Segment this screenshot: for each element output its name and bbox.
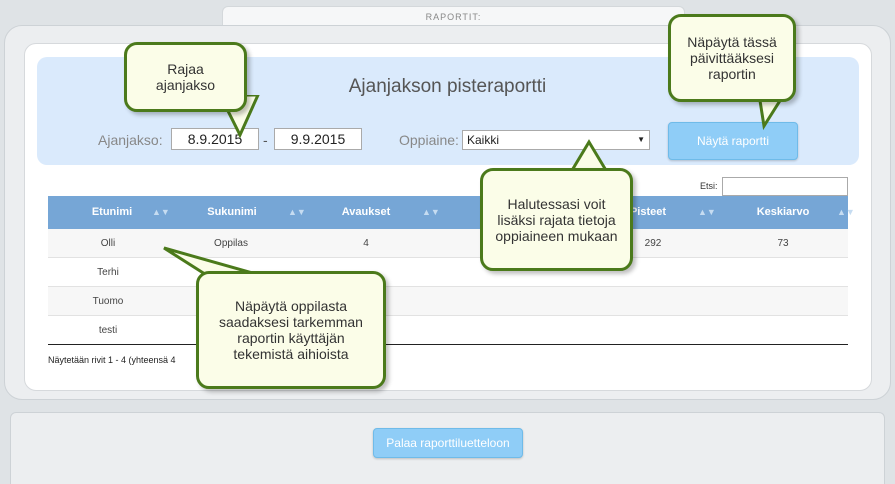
- callout-date-range-text: Rajaa ajanjakso: [155, 61, 216, 93]
- top-tab: RAPORTIT:: [222, 6, 685, 26]
- callout-student-text: Näpäytä oppilasta saadaksesi tarkemman r…: [219, 298, 363, 362]
- sort-icon[interactable]: ▲▼: [288, 196, 306, 229]
- cell-first-name[interactable]: Tuomo: [48, 287, 168, 316]
- table-header: Etunimi ▲▼ Sukunimi ▲▼ Avaukset ▲▼ Piste…: [48, 196, 855, 229]
- sort-icon[interactable]: ▲▼: [422, 196, 440, 229]
- period-label: Ajanjakso:: [98, 132, 163, 148]
- column-header-avaukset[interactable]: Avaukset: [306, 196, 426, 229]
- column-header-sukunimi[interactable]: Sukunimi: [176, 196, 288, 229]
- sort-icon[interactable]: ▲▼: [698, 196, 716, 229]
- sort-icon[interactable]: ▲▼: [837, 196, 855, 229]
- table-info: Näytetään rivit 1 - 4 (yhteensä 4: [48, 355, 176, 365]
- end-date-field[interactable]: 9.9.2015: [274, 128, 362, 150]
- cell-openings: 4: [363, 238, 369, 249]
- table-divider: [48, 344, 848, 345]
- callout-refresh-text: Näpäytä tässä päivittääksesi raportin: [687, 34, 777, 82]
- cell-average: 73: [777, 238, 789, 249]
- column-header-keskiarvo[interactable]: Keskiarvo: [728, 196, 838, 229]
- sort-icon[interactable]: ▲▼: [152, 196, 170, 229]
- cell-first-name[interactable]: testi: [48, 316, 168, 345]
- callout-subject-text: Halutessasi voit lisäksi rajata tietoja …: [495, 195, 618, 244]
- search-label: Etsi:: [700, 181, 718, 191]
- back-to-reports-button[interactable]: Palaa raporttiluetteloon: [373, 428, 523, 458]
- subject-select-value: Kaikki: [467, 133, 500, 147]
- callout-refresh: Näpäytä tässä päivittääksesi raportin: [668, 14, 796, 102]
- callout-date-range: Rajaa ajanjakso: [124, 42, 247, 112]
- callout-student: Näpäytä oppilasta saadaksesi tarkemman r…: [196, 271, 386, 389]
- cell-first-name[interactable]: Olli: [48, 229, 168, 258]
- cell-first-name[interactable]: Terhi: [48, 258, 168, 287]
- subject-label: Oppiaine:: [399, 132, 459, 148]
- table-row[interactable]: testi: [48, 316, 848, 345]
- callout-subject: Halutessasi voit lisäksi rajata tietoja …: [480, 168, 633, 271]
- search-input[interactable]: [722, 177, 848, 196]
- chevron-down-icon: ▼: [637, 135, 645, 144]
